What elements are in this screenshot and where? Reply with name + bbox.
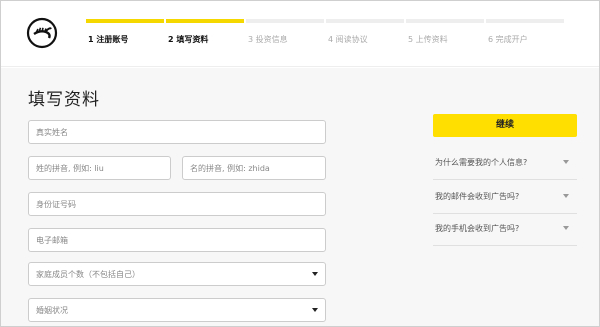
window-border [0, 0, 600, 327]
